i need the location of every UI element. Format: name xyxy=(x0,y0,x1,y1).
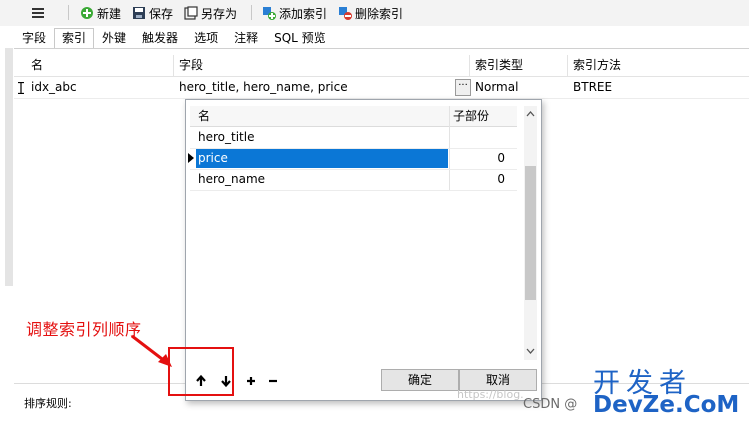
cell-index-type[interactable]: Normal xyxy=(475,77,518,98)
tab-sql-preview[interactable]: SQL 预览 xyxy=(266,28,334,49)
row-pointer-icon xyxy=(188,153,194,163)
col-divider[interactable] xyxy=(449,106,450,126)
col-header-index-type[interactable]: 索引类型 xyxy=(475,55,523,76)
watermark-site-en: DevZe.CoM xyxy=(593,392,740,418)
annotation-text: 调整索引列顺序 xyxy=(26,320,142,339)
list-item[interactable]: hero_name 0 xyxy=(190,169,517,191)
scroll-up-icon[interactable] xyxy=(525,110,536,118)
col-divider[interactable] xyxy=(567,55,568,76)
tab-foreign-keys[interactable]: 外键 xyxy=(94,28,134,49)
table-row[interactable]: idx_abc hero_title, hero_name, price Nor… xyxy=(14,77,749,99)
minus-icon xyxy=(269,379,277,383)
faded-url-watermark: https://blog. xyxy=(457,388,524,401)
new-label: 新建 xyxy=(97,6,122,21)
col-divider[interactable] xyxy=(469,55,470,76)
save-icon xyxy=(133,7,145,19)
list-item-selected[interactable]: price 0 xyxy=(188,148,517,170)
popup-col-subpart[interactable]: 子部份 xyxy=(453,106,489,126)
col-header-fields[interactable]: 字段 xyxy=(179,55,203,76)
edit-fields-button[interactable]: ··· xyxy=(455,79,471,96)
selection-highlight xyxy=(196,149,448,168)
toolbar: 新建 保存 另存为 添加索引 删除索引 xyxy=(0,0,749,26)
delete-index-label: 删除索引 xyxy=(355,6,404,21)
new-button[interactable]: 新建 xyxy=(80,4,121,22)
cell-index-fields[interactable]: hero_title, hero_name, price xyxy=(179,77,348,98)
list-item[interactable]: hero_title xyxy=(190,127,517,149)
popup-field-name: price xyxy=(198,151,228,165)
add-index-button[interactable]: 添加索引 xyxy=(262,4,327,22)
remove-field-button[interactable] xyxy=(266,374,280,388)
popup-field-name: hero_title xyxy=(198,130,255,144)
text-cursor-icon xyxy=(18,82,24,94)
save-as-label: 另存为 xyxy=(201,6,238,21)
tab-divider xyxy=(14,48,749,49)
toolbar-separator xyxy=(251,5,252,20)
col-header-index-method[interactable]: 索引方法 xyxy=(573,55,621,76)
save-label: 保存 xyxy=(149,6,174,21)
delete-index-icon xyxy=(339,7,352,20)
col-header-name[interactable]: 名 xyxy=(31,55,43,76)
tab-triggers[interactable]: 触发器 xyxy=(134,28,186,49)
popup-col-name[interactable]: 名 xyxy=(198,106,210,126)
tab-comment[interactable]: 注释 xyxy=(226,28,266,49)
add-index-label: 添加索引 xyxy=(279,6,328,21)
cell-index-method[interactable]: BTREE xyxy=(573,77,612,98)
scroll-down-icon[interactable] xyxy=(525,347,536,355)
sort-rule-label: 排序规则: xyxy=(24,397,72,410)
plus-icon xyxy=(247,377,255,385)
left-scrollbar[interactable] xyxy=(5,48,13,286)
cell-index-name[interactable]: idx_abc xyxy=(31,77,77,98)
watermark-csdn: CSDN @ xyxy=(523,397,578,412)
save-as-button[interactable]: 另存为 xyxy=(184,4,237,22)
tab-options[interactable]: 选项 xyxy=(186,28,226,49)
popup-scrollbar-thumb[interactable] xyxy=(525,166,536,300)
tab-bar: 字段 索引 外键 触发器 选项 注释 SQL 预览 xyxy=(14,28,334,49)
ok-button[interactable]: 确定 xyxy=(381,369,459,391)
grid-header: 名 字段 索引类型 索引方法 xyxy=(14,55,749,77)
add-icon xyxy=(81,7,93,19)
save-as-icon xyxy=(184,6,198,20)
popup-field-subpart[interactable]: 0 xyxy=(497,148,505,169)
toolbar-separator xyxy=(68,5,69,20)
tab-fields[interactable]: 字段 xyxy=(14,28,54,49)
delete-index-button[interactable]: 删除索引 xyxy=(338,4,403,22)
popup-field-name: hero_name xyxy=(198,172,266,186)
add-index-icon xyxy=(263,7,276,20)
col-divider[interactable] xyxy=(173,55,174,76)
menu-button[interactable] xyxy=(31,4,45,22)
save-button[interactable]: 保存 xyxy=(132,4,173,22)
add-field-button[interactable] xyxy=(244,374,258,388)
tab-indexes[interactable]: 索引 xyxy=(54,28,95,49)
popup-field-subpart[interactable]: 0 xyxy=(497,169,505,190)
popup-grid-header: 名 子部份 xyxy=(190,106,517,127)
hamburger-icon xyxy=(32,8,44,18)
annotation-highlight-box xyxy=(168,347,234,396)
